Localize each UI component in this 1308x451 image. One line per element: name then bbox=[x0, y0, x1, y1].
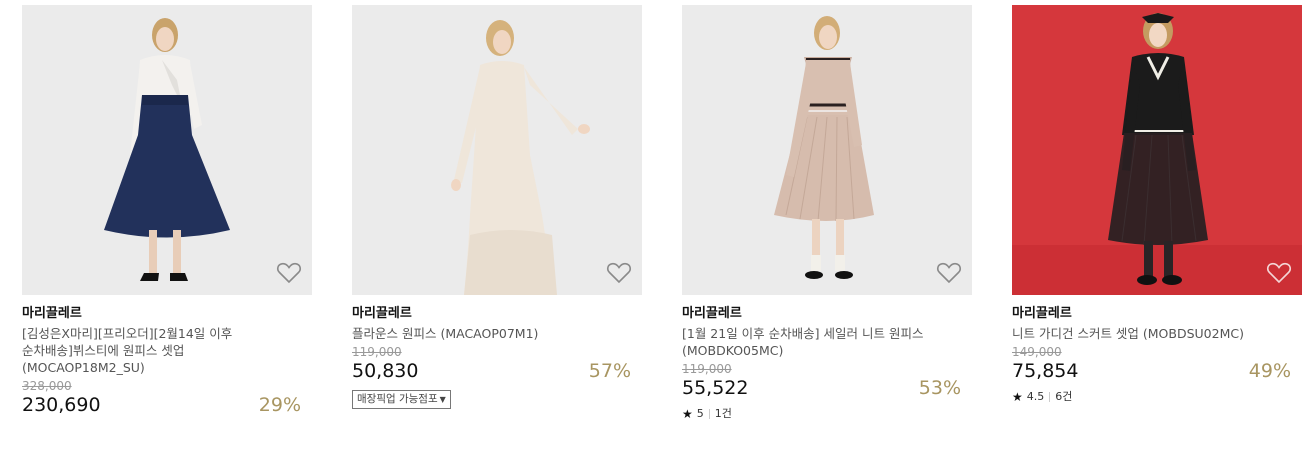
product-card[interactable]: 마리끌레르 [김성은X마리][프리오더][2월14일 이후 순차배송]뷔스티에 … bbox=[22, 5, 312, 416]
wishlist-heart-icon[interactable] bbox=[936, 261, 962, 285]
product-image[interactable] bbox=[22, 5, 312, 295]
original-price: 119,000 bbox=[682, 362, 732, 376]
rating-summary[interactable]: ★ 4.5 6건 bbox=[1012, 390, 1302, 404]
star-icon: ★ bbox=[682, 407, 693, 421]
store-pickup-button[interactable]: 매장픽업 가능점포 ▼ bbox=[352, 390, 451, 409]
brand-name[interactable]: 마리끌레르 bbox=[682, 306, 972, 322]
price-block: 328,000 230,690 29% bbox=[22, 378, 312, 416]
divider bbox=[708, 409, 710, 419]
product-card[interactable]: 마리끌레르 [1월 21일 이후 순차배송] 세일러 니트 원피스 (MOBDK… bbox=[682, 5, 972, 421]
brand-name[interactable]: 마리끌레르 bbox=[22, 306, 312, 322]
divider bbox=[1049, 392, 1051, 402]
product-name[interactable]: [김성은X마리][프리오더][2월14일 이후 순차배송]뷔스티에 원피스 셋업… bbox=[22, 325, 284, 376]
wishlist-heart-icon[interactable] bbox=[1266, 261, 1292, 285]
product-grid: 마리끌레르 [김성은X마리][프리오더][2월14일 이후 순차배송]뷔스티에 … bbox=[0, 0, 1308, 451]
caret-down-icon: ▼ bbox=[439, 395, 446, 404]
discount-rate: 49% bbox=[1248, 360, 1291, 382]
product-photo bbox=[1012, 5, 1302, 295]
product-image[interactable] bbox=[1012, 5, 1302, 295]
brand-name[interactable]: 마리끌레르 bbox=[352, 306, 642, 322]
product-card[interactable]: 마리끌레르 니트 가디건 스커트 셋업 (MOBDSU02MC) 149,000… bbox=[1012, 5, 1302, 404]
product-name[interactable]: 플라운스 원피스 (MACAOP07M1) bbox=[352, 325, 614, 342]
product-photo bbox=[22, 5, 312, 295]
wishlist-heart-icon[interactable] bbox=[606, 261, 632, 285]
product-image[interactable] bbox=[352, 5, 642, 295]
discount-rate: 53% bbox=[918, 377, 961, 399]
product-photo bbox=[682, 5, 972, 295]
rating-score: 4.5 bbox=[1026, 390, 1045, 403]
discount-rate: 57% bbox=[588, 360, 631, 382]
original-price: 328,000 bbox=[22, 379, 72, 393]
product-card[interactable]: 마리끌레르 플라운스 원피스 (MACAOP07M1) 119,000 50,8… bbox=[352, 5, 642, 409]
rating-score: 5 bbox=[696, 407, 704, 420]
product-photo bbox=[352, 5, 642, 295]
store-pickup-label: 매장픽업 가능점포 bbox=[357, 393, 438, 405]
product-name[interactable]: 니트 가디건 스커트 셋업 (MOBDSU02MC) bbox=[1012, 325, 1274, 342]
price-block: 119,000 55,522 53% bbox=[682, 361, 972, 399]
price-block: 149,000 75,854 49% bbox=[1012, 344, 1302, 382]
review-count: 1건 bbox=[714, 407, 732, 420]
rating-summary[interactable]: ★ 5 1건 bbox=[682, 407, 972, 421]
brand-name[interactable]: 마리끌레르 bbox=[1012, 306, 1302, 322]
original-price: 119,000 bbox=[352, 345, 402, 359]
original-price: 149,000 bbox=[1012, 345, 1062, 359]
price-block: 119,000 50,830 57% bbox=[352, 344, 642, 382]
product-name[interactable]: [1월 21일 이후 순차배송] 세일러 니트 원피스 (MOBDKO05MC) bbox=[682, 325, 944, 359]
discount-rate: 29% bbox=[258, 394, 301, 416]
review-count: 6건 bbox=[1055, 390, 1073, 403]
star-icon: ★ bbox=[1012, 390, 1023, 404]
product-image[interactable] bbox=[682, 5, 972, 295]
wishlist-heart-icon[interactable] bbox=[276, 261, 302, 285]
